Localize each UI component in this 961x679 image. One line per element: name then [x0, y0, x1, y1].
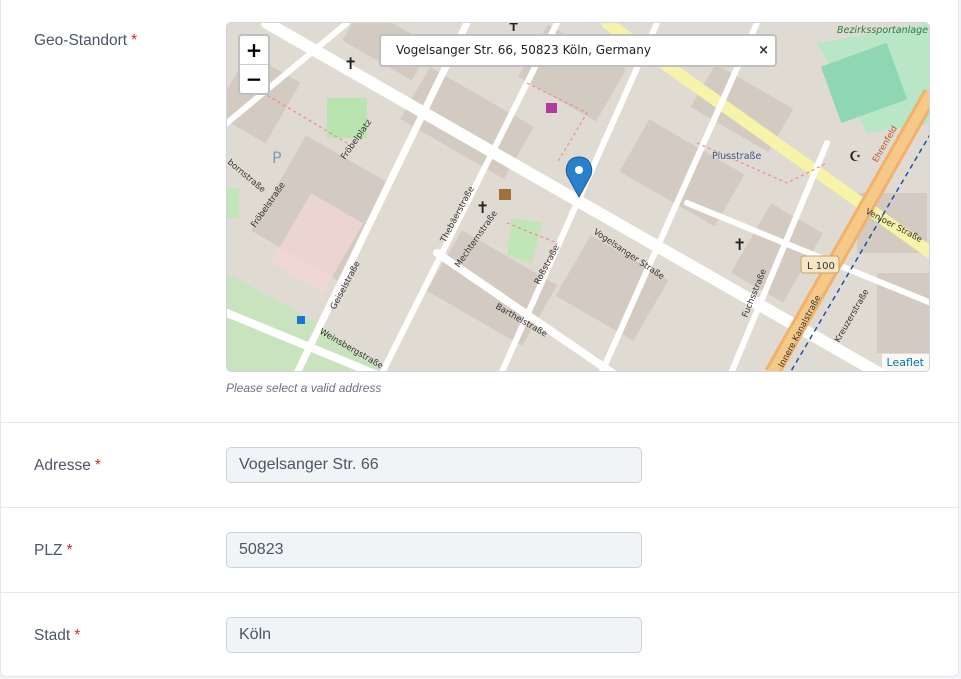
svg-text:✝: ✝ — [733, 235, 746, 254]
location-map[interactable]: ✝ ✝ ✝ ✝ ☪ P Vogelsanger Straße Piusstraß… — [226, 22, 930, 372]
city-label-text: Stadt — [34, 627, 71, 644]
required-mark: * — [131, 32, 138, 49]
required-mark: * — [74, 627, 81, 644]
zoom-control: + − — [238, 34, 270, 95]
map-attribution[interactable]: Leaflet — [881, 354, 929, 371]
address-input[interactable]: Vogelsanger Str. 66 — [226, 447, 642, 483]
postal-code-input[interactable]: 50823 — [226, 532, 642, 568]
map-search-input[interactable]: Vogelsanger Str. 66, 50823 Köln, Germany… — [379, 34, 777, 67]
library-icon — [499, 189, 511, 200]
zoom-in-button[interactable]: + — [240, 36, 268, 64]
city-label: Stadt * — [34, 627, 80, 645]
postal-code-label-text: PLZ — [34, 542, 63, 559]
road-shield-l100: L 100 — [800, 255, 840, 274]
parking-icon: P — [272, 148, 282, 167]
address-hint: Please select a valid address — [226, 381, 382, 395]
map-tiles: ✝ ✝ ✝ ✝ ☪ P Vogelsanger Straße Piusstraß… — [227, 23, 930, 371]
divider — [1, 422, 960, 423]
clear-search-button[interactable]: × — [758, 36, 769, 65]
street-label: Piusstraße — [712, 151, 762, 162]
city-input[interactable]: Köln — [226, 617, 642, 653]
mosque-icon: ☪ — [849, 149, 862, 165]
svg-text:✝: ✝ — [344, 54, 357, 73]
address-label: Adresse * — [34, 457, 101, 475]
postal-code-label: PLZ * — [34, 542, 72, 560]
shop-icon — [546, 103, 557, 113]
required-mark: * — [66, 542, 73, 559]
road-shield-label: L 100 — [807, 261, 835, 272]
zoom-out-button[interactable]: − — [240, 64, 268, 93]
required-mark: * — [94, 457, 101, 474]
geo-location-label-text: Geo-Standort — [34, 32, 128, 49]
geo-location-label: Geo-Standort * — [34, 32, 137, 50]
map-search-value: Vogelsanger Str. 66, 50823 Köln, Germany — [396, 43, 651, 57]
divider — [1, 507, 960, 508]
leaflet-link[interactable]: Leaflet — [887, 356, 924, 369]
street-label: Bezirkssportanlage Mitte — [837, 25, 930, 36]
divider — [1, 592, 960, 593]
location-form-card: Geo-Standort * ✝ ✝ ✝ ✝ ☪ P Vogelsanger S… — [0, 0, 960, 677]
address-label-text: Adresse — [34, 457, 91, 474]
